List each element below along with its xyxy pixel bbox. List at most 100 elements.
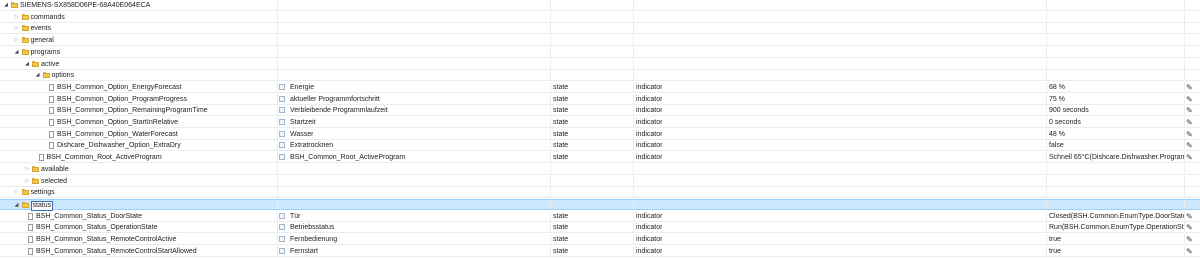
tree-state-row[interactable]: BSH_Common_Status_RemoteControlActive Fer…	[0, 234, 1200, 245]
folder-body	[42, 73, 50, 79]
tree-folder-row[interactable]: ▷ selected	[0, 175, 1200, 187]
folder-icon	[42, 72, 50, 79]
column-separator	[1184, 117, 1185, 127]
edit-pencil-icon[interactable]: ✎	[1186, 129, 1194, 140]
value-cell: 0 seconds	[1049, 119, 1081, 126]
column-separator	[633, 199, 634, 209]
column-separator	[1046, 187, 1047, 198]
column-separator	[1184, 175, 1185, 186]
column-separator	[1046, 152, 1047, 163]
folder-icon	[21, 37, 29, 44]
tree-folder-row[interactable]: ◢ programs	[0, 46, 1200, 58]
tree-state-row[interactable]: BSH_Common_Option_WaterForecast Wasser sta…	[0, 128, 1200, 140]
edit-pencil-icon[interactable]: ✎	[1186, 152, 1194, 163]
edit-pencil-icon[interactable]: ✎	[1186, 105, 1194, 116]
value-cell: 900 seconds	[1049, 107, 1089, 115]
edit-pencil-icon[interactable]: ✎	[1186, 82, 1194, 93]
type-cell: state	[553, 236, 569, 243]
tree-folder-row[interactable]: ◢ status	[0, 198, 1200, 211]
state-id-label: Dishcare_Dishwasher_Option_ExtraDry	[57, 142, 181, 150]
collapse-arrow-icon[interactable]: ◢	[35, 70, 41, 81]
column-separator	[1046, 105, 1047, 116]
tree-state-row[interactable]: BSH_Common_Option_EnergyForecast Energie s…	[0, 81, 1200, 93]
state-name-icon	[279, 142, 285, 149]
value-cell: false	[1049, 142, 1064, 150]
folder-icon	[21, 189, 29, 196]
column-separator	[1046, 46, 1047, 57]
column-separator	[550, 35, 551, 46]
tree-state-row[interactable]: BSH_Common_Option_RemainingProgramTime Ve…	[0, 105, 1200, 117]
folder-body	[21, 26, 29, 32]
collapse-arrow-icon[interactable]: ◢	[14, 200, 20, 211]
column-separator	[277, 199, 278, 209]
state-name-icon	[279, 95, 285, 102]
edit-pencil-icon[interactable]: ✎	[1186, 234, 1194, 245]
tree-item-label: SIEMENS-SX858D06PE-68A40E064ECA	[20, 2, 151, 9]
column-separator	[633, 70, 634, 81]
type-cell: state	[553, 130, 569, 138]
tree-folder-row[interactable]: ▷ commands	[0, 11, 1200, 23]
column-separator	[277, 222, 278, 233]
column-separator	[633, 187, 634, 198]
tree-state-row[interactable]: BSH_Common_Root_ActiveProgram BSH_Common_…	[0, 152, 1200, 164]
tree-folder-row[interactable]: ▷ general	[0, 35, 1200, 47]
column-separator	[1046, 128, 1047, 139]
type-cell: state	[553, 224, 569, 232]
tree-folder-row[interactable]: ◢ SIEMENS-SX858D06PE-68A40E064ECA	[0, 0, 1200, 11]
expand-arrow-icon[interactable]: ▷	[24, 164, 30, 175]
tree-folder-row[interactable]: ▷ available	[0, 163, 1200, 175]
state-file-icon	[49, 107, 54, 115]
state-id-label: BSH_Common_Status_RemoteControlActive	[36, 236, 177, 243]
expand-arrow-icon[interactable]: ▷	[14, 187, 20, 198]
edit-pencil-icon[interactable]: ✎	[1186, 94, 1194, 105]
tree-state-row[interactable]: Dishcare_Dishwasher_Option_ExtraDry Extra…	[0, 140, 1200, 152]
type-cell: state	[553, 247, 569, 255]
edit-pencil-icon[interactable]: ✎	[1186, 140, 1194, 151]
tree-state-row[interactable]: BSH_Common_Status_DoorState Tür state indic…	[0, 210, 1200, 222]
column-separator	[277, 187, 278, 198]
value-cell: 75 %	[1049, 95, 1065, 103]
state-name-cell: Betriebsstatus	[290, 224, 335, 232]
collapse-arrow-icon[interactable]: ◢	[24, 59, 30, 70]
column-separator	[633, 105, 634, 116]
tree-folder-row[interactable]: ▷ settings	[0, 187, 1200, 199]
state-name-icon	[279, 154, 285, 161]
tree-state-row[interactable]: BSH_Common_Option_ProgramProgress aktuell…	[0, 93, 1200, 105]
column-separator	[1046, 11, 1047, 22]
folder-icon	[11, 2, 18, 8]
value-cell: Closed(BSH.Common.EnumType.DoorState.Clo…	[1049, 212, 1184, 220]
expand-arrow-icon[interactable]: ▷	[14, 23, 20, 34]
edit-pencil-icon[interactable]: ✎	[1186, 222, 1194, 233]
state-name-cell: Startzeit	[290, 119, 316, 126]
column-separator	[1184, 187, 1185, 198]
edit-pencil-icon[interactable]: ✎	[1186, 211, 1194, 222]
expand-arrow-icon[interactable]: ▷	[14, 35, 20, 46]
column-separator	[1184, 11, 1185, 22]
expand-arrow-icon[interactable]: ▷	[24, 176, 30, 187]
tree-folder-row[interactable]: ◢ active	[0, 58, 1200, 70]
state-name-cell: BSH_Common_Root_ActiveProgram	[290, 154, 406, 162]
role-cell: indicator	[636, 142, 663, 150]
state-file-icon	[28, 247, 33, 255]
column-separator	[277, 46, 278, 57]
tree-state-row[interactable]: BSH_Common_Status_RemoteControlStartAllo…	[0, 245, 1200, 257]
collapse-arrow-icon[interactable]: ◢	[3, 0, 9, 11]
column-separator	[550, 58, 551, 69]
object-tree: ◢ SIEMENS-SX858D06PE-68A40E064ECA ▷ command…	[0, 0, 1200, 258]
tree-folder-row[interactable]: ◢ options	[0, 70, 1200, 82]
state-name-icon	[279, 83, 285, 90]
value-cell: 48 %	[1049, 130, 1065, 138]
edit-pencil-icon[interactable]: ✎	[1186, 117, 1194, 128]
type-cell: state	[553, 107, 569, 115]
column-separator	[550, 117, 551, 127]
column-separator	[1184, 35, 1185, 46]
column-separator	[277, 105, 278, 116]
collapse-arrow-icon[interactable]: ◢	[14, 47, 20, 58]
expand-arrow-icon[interactable]: ▷	[14, 12, 20, 23]
tree-state-row[interactable]: BSH_Common_Status_OperationState Betriebs…	[0, 222, 1200, 234]
edit-pencil-icon[interactable]: ✎	[1186, 246, 1194, 257]
tree-folder-row[interactable]: ▷ events	[0, 23, 1200, 35]
folder-icon	[32, 177, 39, 184]
column-separator	[550, 46, 551, 57]
tree-state-row[interactable]: BSH_Common_Option_StartInRelative Startze…	[0, 117, 1200, 128]
